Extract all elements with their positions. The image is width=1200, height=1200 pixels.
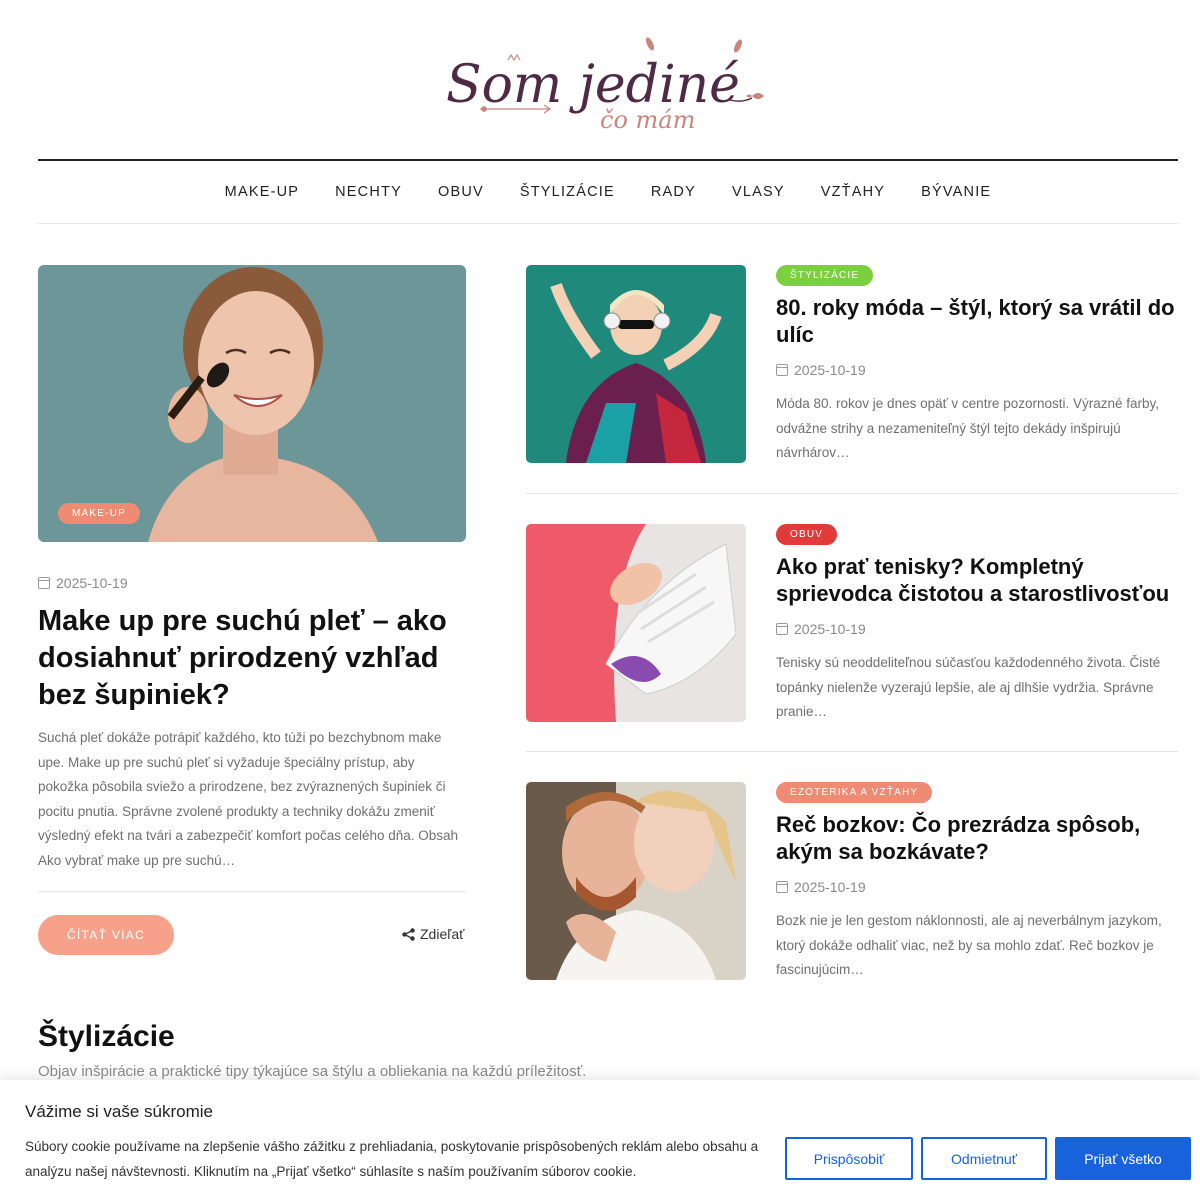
post-date-2: 2025-10-19 [776, 621, 1178, 637]
post-excerpt-1: Móda 80. rokov je dnes opäť v centre poz… [776, 396, 1160, 460]
featured-excerpt: Suchá pleť dokáže potrápiť každého, kto … [38, 730, 459, 868]
nav-item-make-up[interactable]: MAKE-UP [207, 184, 317, 200]
site-logo[interactable]: Som jediné čo mám [440, 30, 780, 140]
post-category-badge-3[interactable]: EZOTERIKA A VZŤAHY [776, 782, 933, 803]
share-button[interactable]: Zdieľať [402, 926, 464, 942]
nav-item-rady[interactable]: RADY [633, 184, 714, 200]
cookie-customize-button[interactable]: Prispôsobiť [785, 1137, 913, 1180]
cookie-accept-button[interactable]: Prijať všetko [1055, 1137, 1191, 1180]
post-category-badge-1[interactable]: ŠTYLIZÁCIE [776, 265, 874, 286]
nav-item-vlasy[interactable]: VLASY [714, 184, 803, 200]
post-title-2[interactable]: Ako prať tenisky? Kompletný sprievodca č… [776, 553, 1178, 607]
post-category-badge-2[interactable]: OBUV [776, 524, 838, 545]
share-label: Zdieľať [420, 926, 465, 942]
cookie-consent-banner: Vážime si vaše súkromie Súbory cookie po… [0, 1080, 1200, 1200]
main-nav: MAKE-UP NECHTY OBUV ŠTYLIZÁCIE RADY VLAS… [38, 161, 1178, 224]
section-title: Štylizácie [38, 1020, 175, 1053]
featured-date-text: 2025-10-19 [56, 575, 128, 591]
calendar-icon [776, 881, 788, 893]
post-date-text-1: 2025-10-19 [794, 362, 866, 378]
calendar-icon [38, 577, 50, 589]
post-date-text-2: 2025-10-19 [794, 621, 866, 637]
nav-item-obuv[interactable]: OBUV [420, 184, 502, 200]
post-body-1: ŠTYLIZÁCIE 80. roky móda – štýl, ktorý s… [776, 265, 1178, 466]
read-more-button[interactable]: ČÍTAŤ VIAC [38, 915, 174, 955]
nav-item-stylizacie[interactable]: ŠTYLIZÁCIE [502, 184, 633, 200]
logo-graphic: Som jediné čo mám [446, 37, 764, 134]
logo-sub-text: čo mám [600, 106, 695, 134]
post-excerpt-2: Tenisky sú neoddeliteľnou súčasťou každo… [776, 655, 1161, 719]
post-image-1[interactable] [526, 265, 746, 463]
featured-category-badge[interactable]: MAKE-UP [58, 503, 140, 524]
logo-main-text: Som jediné [446, 55, 740, 115]
post-body-3: EZOTERIKA A VZŤAHY Reč bozkov: Čo prezrá… [776, 782, 1178, 983]
featured-date: 2025-10-19 [38, 575, 128, 591]
post-date-text-3: 2025-10-19 [794, 879, 866, 895]
post-title-3[interactable]: Reč bozkov: Čo prezrádza spôsob, akým sa… [776, 811, 1178, 865]
post-date-3: 2025-10-19 [776, 879, 1178, 895]
post-title-1[interactable]: 80. roky móda – štýl, ktorý sa vrátil do… [776, 294, 1178, 348]
nav-item-vztahy[interactable]: VZŤAHY [803, 184, 903, 200]
featured-image[interactable] [38, 265, 466, 542]
post-date-1: 2025-10-19 [776, 362, 1178, 378]
post-image-2[interactable] [526, 524, 746, 722]
featured-divider [38, 891, 466, 892]
cookie-title: Vážime si vaše súkromie [25, 1102, 214, 1121]
cookie-reject-button[interactable]: Odmietnuť [921, 1137, 1047, 1180]
featured-title[interactable]: Make up pre suchú pleť – ako dosiahnuť p… [38, 603, 468, 714]
share-icon [402, 927, 415, 941]
cookie-text: Súbory cookie používame na zlepšenie váš… [25, 1139, 759, 1179]
calendar-icon [776, 364, 788, 376]
section-subtitle: Objav inšpirácie a praktické tipy týkajú… [38, 1063, 587, 1080]
nav-item-nechty[interactable]: NECHTY [317, 184, 420, 200]
post-image-3[interactable] [526, 782, 746, 980]
post-body-2: OBUV Ako prať tenisky? Kompletný sprievo… [776, 524, 1178, 725]
nav-item-byvanie[interactable]: BÝVANIE [903, 184, 1009, 200]
post-excerpt-3: Bozk nie je len gestom náklonnosti, ale … [776, 913, 1162, 977]
post-divider-1 [526, 493, 1178, 494]
post-divider-2 [526, 751, 1178, 752]
calendar-icon [776, 623, 788, 635]
